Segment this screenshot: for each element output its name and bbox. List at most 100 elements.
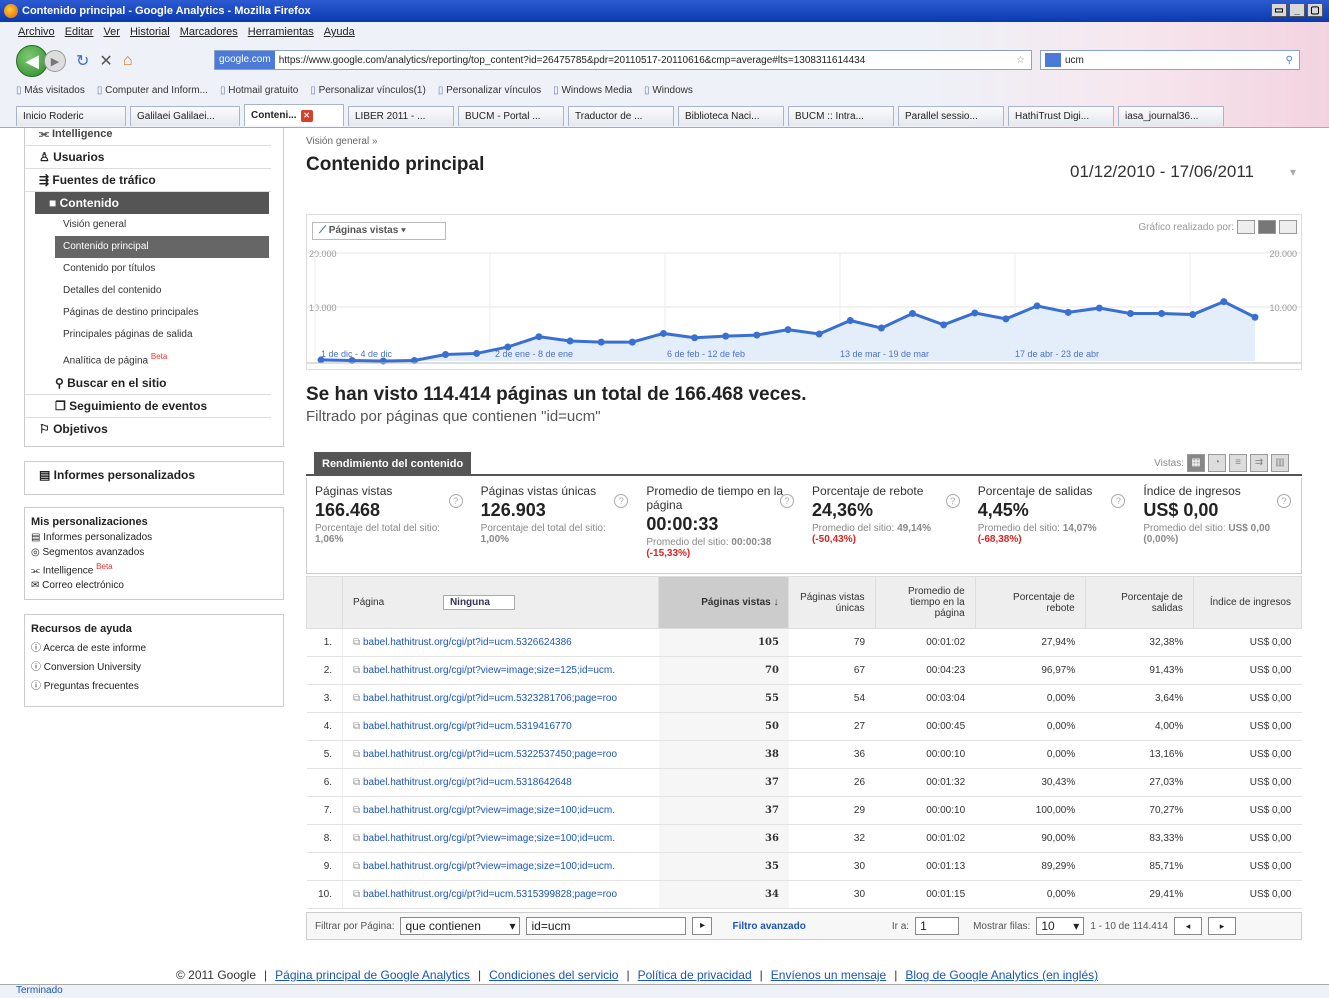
pers-item[interactable]: ▤ Informes personalizados: [25, 530, 283, 545]
table-view-icon[interactable]: ▦: [1187, 454, 1205, 472]
browser-tab[interactable]: Parallel sessio...: [898, 106, 1004, 126]
sidebar-item-destino[interactable]: Páginas de destino principales: [25, 302, 283, 324]
sidebar-item-contenido-titulos[interactable]: Contenido por títulos: [25, 258, 283, 280]
restore-icon[interactable]: ▭: [1271, 3, 1287, 17]
row-page-link[interactable]: ⧉ babel.hathitrust.org/cgi/pt?view=image…: [342, 656, 659, 685]
table-row[interactable]: 3. ⧉ babel.hathitrust.org/cgi/pt?id=ucm.5…: [306, 684, 1302, 713]
site-identity[interactable]: google.com: [215, 51, 275, 69]
menu-ayuda[interactable]: Ayuda: [324, 26, 355, 38]
reload-icon[interactable]: ↻: [76, 51, 89, 71]
help-item[interactable]: ⓘ Preguntas frecuentes: [25, 675, 283, 694]
help-icon[interactable]: ?: [945, 494, 960, 508]
forward-icon[interactable]: ▶: [44, 50, 66, 72]
bookmark-item[interactable]: Hotmail gratuito: [220, 85, 298, 96]
search-engine-icon[interactable]: [1045, 53, 1061, 67]
help-item[interactable]: ⓘ Conversion University: [25, 656, 283, 675]
external-link-icon[interactable]: ⧉: [353, 693, 363, 704]
prev-page-button[interactable]: ◂: [1173, 917, 1202, 935]
external-link-icon[interactable]: ⧉: [353, 861, 363, 872]
bar-view-icon[interactable]: ≡: [1229, 454, 1247, 472]
table-row[interactable]: 6. ⧉ babel.hathitrust.org/cgi/pt?id=ucm.5…: [306, 768, 1302, 797]
search-icon[interactable]: ⚲: [1286, 55, 1293, 66]
help-item[interactable]: ⓘ Acerca de este informe: [25, 637, 283, 656]
sidebar-contenido[interactable]: ■ Contenido: [35, 192, 269, 214]
row-page-link[interactable]: ⧉ babel.hathitrust.org/cgi/pt?id=ucm.531…: [342, 768, 659, 797]
next-page-button[interactable]: ▸: [1207, 917, 1236, 935]
secondary-dimension-dropdown[interactable]: Ninguna: [442, 595, 515, 610]
close-tab-icon[interactable]: ✕: [300, 109, 313, 122]
table-row[interactable]: 8. ⧉ babel.hathitrust.org/cgi/pt?view=ima…: [306, 824, 1302, 853]
bookmark-item[interactable]: Personalizar vínculos: [438, 85, 541, 96]
filter-go-button[interactable]: ▸: [692, 917, 713, 935]
external-link-icon[interactable]: ⧉: [353, 805, 363, 816]
bookmark-item[interactable]: Computer and Inform...: [97, 85, 208, 96]
menu-herramientas[interactable]: Herramientas: [248, 26, 314, 38]
table-row[interactable]: 2. ⧉ babel.hathitrust.org/cgi/pt?view=ima…: [306, 656, 1302, 685]
row-page-link[interactable]: ⧉ babel.hathitrust.org/cgi/pt?view=image…: [342, 796, 659, 825]
browser-tab[interactable]: HathiTrust Digi...: [1008, 106, 1114, 126]
help-icon[interactable]: ?: [1277, 494, 1292, 508]
breadcrumb[interactable]: Visión general »: [306, 136, 378, 147]
row-page-link[interactable]: ⧉ babel.hathitrust.org/cgi/pt?id=ucm.531…: [342, 880, 659, 909]
browser-tab[interactable]: Traductor de ...: [568, 106, 674, 126]
browser-tab[interactable]: iasa_journal36...: [1118, 106, 1224, 126]
browser-tab[interactable]: Biblioteca Naci...: [678, 106, 784, 126]
filter-value-input[interactable]: id=ucm: [526, 917, 687, 935]
sidebar-item-analitica[interactable]: Analítica de página Beta: [25, 346, 283, 368]
compare-view-icon[interactable]: ⇉: [1250, 454, 1268, 472]
table-row[interactable]: 9. ⧉ babel.hathitrust.org/cgi/pt?view=ima…: [306, 852, 1302, 881]
show-rows-select[interactable]: 10 ▾: [1036, 917, 1085, 935]
home-icon[interactable]: ⌂: [123, 52, 133, 70]
metric-selector[interactable]: ⟋ Páginas vistas ▾: [312, 222, 446, 240]
footer-link[interactable]: Blog de Google Analytics (en inglés): [905, 968, 1098, 982]
browser-tab-active[interactable]: Conteni... ✕: [244, 104, 344, 126]
menu-historial[interactable]: Historial: [130, 26, 170, 38]
external-link-icon[interactable]: ⧉: [353, 637, 363, 648]
col-exit[interactable]: Porcentaje de salidas: [1084, 576, 1194, 629]
row-page-link[interactable]: ⧉ babel.hathitrust.org/cgi/pt?view=image…: [342, 824, 659, 853]
footer-link[interactable]: Envíenos un mensaje: [771, 968, 886, 982]
stop-icon[interactable]: ✕: [99, 51, 112, 71]
filter-operator-select[interactable]: que contienen ▾: [400, 917, 521, 935]
footer-link[interactable]: Condiciones del servicio: [489, 968, 618, 982]
pivot-view-icon[interactable]: ▥: [1271, 454, 1289, 472]
sidebar-item-contenido-principal[interactable]: Contenido principal: [55, 236, 269, 258]
goto-input[interactable]: 1: [915, 917, 960, 935]
sidebar-intelligence[interactable]: ⫘ Intelligence: [25, 128, 271, 146]
external-link-icon[interactable]: ⧉: [353, 833, 363, 844]
granularity-week-button[interactable]: [1258, 220, 1276, 234]
menu-editar[interactable]: Editar: [65, 26, 94, 38]
url-bar[interactable]: google.com https://www.google.com/analyt…: [214, 50, 1032, 70]
date-range-picker[interactable]: 01/12/2010 - 17/06/2011 ▾: [1064, 158, 1302, 186]
col-avg-time[interactable]: Promedio de tiempo en la página: [874, 576, 976, 629]
menu-archivo[interactable]: Archivo: [18, 26, 55, 38]
granularity-month-button[interactable]: [1279, 220, 1297, 234]
row-page-link[interactable]: ⧉ babel.hathitrust.org/cgi/pt?view=image…: [342, 852, 659, 881]
browser-tab[interactable]: BUCM - Portal ...: [458, 106, 564, 126]
bookmark-item[interactable]: Personalizar vínculos(1): [310, 85, 426, 96]
external-link-icon[interactable]: ⧉: [353, 721, 363, 732]
help-icon[interactable]: ?: [448, 494, 463, 508]
row-page-link[interactable]: ⧉ babel.hathitrust.org/cgi/pt?id=ucm.532…: [342, 740, 659, 769]
pers-item[interactable]: ⫘ Intelligence Beta: [25, 560, 283, 578]
sidebar-objetivos[interactable]: ⚐ Objetivos: [25, 418, 271, 440]
maximize-icon[interactable]: ▢: [1307, 3, 1323, 17]
search-bar[interactable]: ucm ⚲: [1040, 50, 1300, 70]
external-link-icon[interactable]: ⧉: [353, 749, 363, 760]
bookmark-item[interactable]: Más visitados: [16, 85, 85, 96]
sidebar-usuarios[interactable]: ♙ Usuarios: [25, 146, 271, 169]
pers-item[interactable]: ✉ Correo electrónico: [25, 578, 283, 593]
granularity-day-button[interactable]: [1237, 220, 1255, 234]
col-unique-pageviews[interactable]: Páginas vistas únicas: [788, 576, 876, 629]
row-page-link[interactable]: ⧉ babel.hathitrust.org/cgi/pt?id=ucm.532…: [342, 684, 659, 713]
table-row[interactable]: 1. ⧉ babel.hathitrust.org/cgi/pt?id=ucm.5…: [306, 628, 1302, 657]
table-row[interactable]: 5. ⧉ babel.hathitrust.org/cgi/pt?id=ucm.5…: [306, 740, 1302, 769]
footer-link[interactable]: Página principal de Google Analytics: [275, 968, 470, 982]
informes-personalizados-box[interactable]: ▤ Informes personalizados: [24, 461, 284, 495]
sidebar-item-detalles[interactable]: Detalles del contenido: [25, 280, 283, 302]
external-link-icon[interactable]: ⧉: [353, 889, 363, 900]
sidebar-item-vision-general[interactable]: Visión general: [25, 214, 283, 236]
pie-view-icon[interactable]: ◔: [1208, 454, 1226, 472]
external-link-icon[interactable]: ⧉: [353, 777, 363, 788]
external-link-icon[interactable]: ⧉: [353, 665, 363, 676]
